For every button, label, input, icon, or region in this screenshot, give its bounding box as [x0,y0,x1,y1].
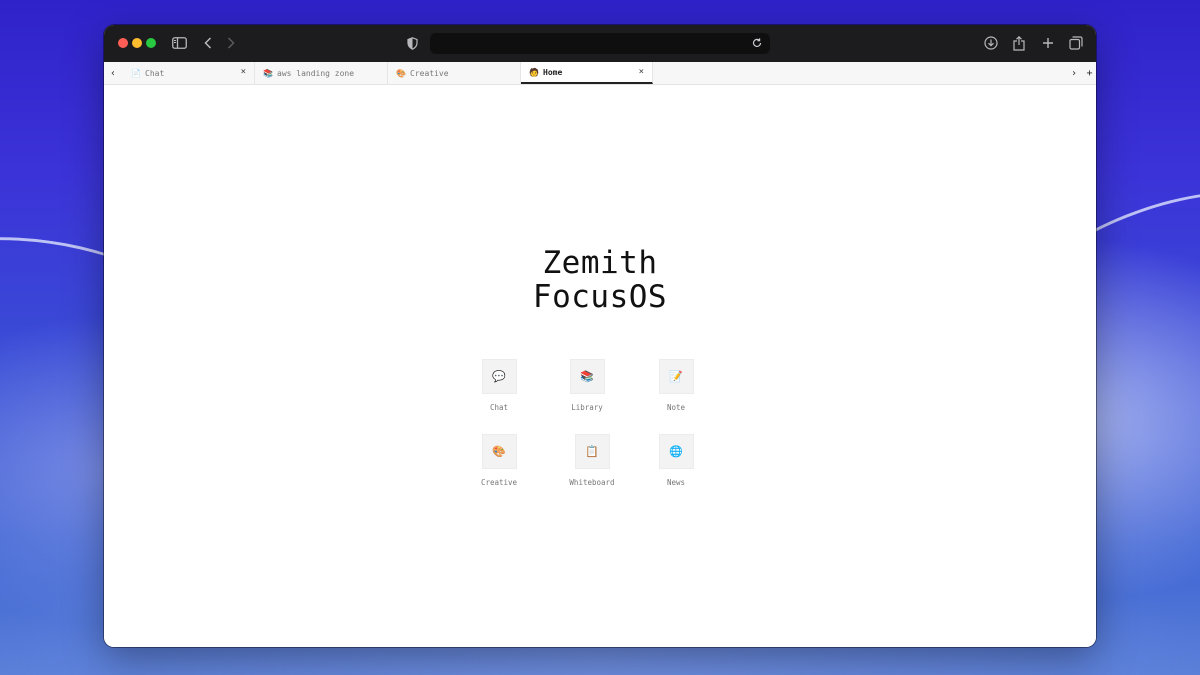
app-label: Library [571,403,603,412]
memo-icon: 📝 [658,359,694,394]
palette-icon: 🎨 [481,434,517,469]
tab-label: aws landing zone [277,68,355,78]
tab-label: Home [543,67,563,77]
globe-icon: 🌐 [658,434,694,469]
back-icon[interactable] [198,33,218,53]
add-tab-icon[interactable]: + [1083,62,1096,84]
share-icon[interactable] [1009,33,1029,53]
brand-title-line2: FocusOS [532,279,668,315]
app-whiteboard[interactable]: 📋 Whiteboard [552,434,632,487]
app-label: Creative [480,478,518,487]
minimize-window-button[interactable] [132,38,142,48]
app-chat[interactable]: 💬 Chat [459,359,539,412]
tab-chat[interactable]: 📄 Chat × [123,62,255,84]
app-label: Note [666,403,686,412]
app-library[interactable]: 📚 Library [547,359,627,412]
brand-title-line1: Zemith [542,245,658,281]
chat-bubble-icon: 💬 [481,359,517,394]
app-news[interactable]: 🌐 News [636,434,716,487]
app-label: Chat [489,403,509,412]
tab-favicon-icon: 📄 [131,68,141,78]
tab-favicon-icon: 📚 [263,68,273,78]
forward-icon[interactable] [221,33,241,53]
shield-icon[interactable] [402,33,422,53]
clipboard-icon: 📋 [574,434,610,469]
close-tab-icon[interactable]: × [241,67,246,77]
tab-label: Chat [145,68,165,78]
tab-home[interactable]: 🧑 Home × [521,62,653,84]
browser-window: ‹ 📄 Chat × 📚 aws landing zone 🎨 Creative… [104,25,1096,647]
tab-bar: ‹ 📄 Chat × 📚 aws landing zone 🎨 Creative… [104,62,1096,85]
app-note[interactable]: 📝 Note [636,359,716,412]
tab-overview-icon[interactable] [1066,33,1086,53]
browser-toolbar [104,25,1096,63]
tab-scroll-right-icon[interactable]: › [1065,62,1083,84]
tab-label: Creative [410,68,449,78]
address-bar[interactable] [430,33,770,54]
app-label: News [666,478,686,487]
books-icon: 📚 [569,359,605,394]
tab-scroll-left-icon[interactable]: ‹ [104,62,122,84]
close-tab-icon[interactable]: × [639,67,644,77]
close-window-button[interactable] [118,38,128,48]
download-icon[interactable] [981,33,1001,53]
tab-creative[interactable]: 🎨 Creative [388,62,521,84]
app-label: Whiteboard [569,478,615,487]
tab-favicon-icon: 🧑 [529,67,539,77]
new-tab-icon[interactable] [1038,33,1058,53]
tab-favicon-icon: 🎨 [396,68,406,78]
tab-aws-landing-zone[interactable]: 📚 aws landing zone [255,62,388,84]
app-creative[interactable]: 🎨 Creative [459,434,539,487]
maximize-window-button[interactable] [146,38,156,48]
reload-icon[interactable] [748,34,766,52]
sidebar-icon[interactable] [169,33,189,53]
home-page: Zemith FocusOS 💬 Chat 📚 Library 📝 Note 🎨… [104,85,1096,647]
